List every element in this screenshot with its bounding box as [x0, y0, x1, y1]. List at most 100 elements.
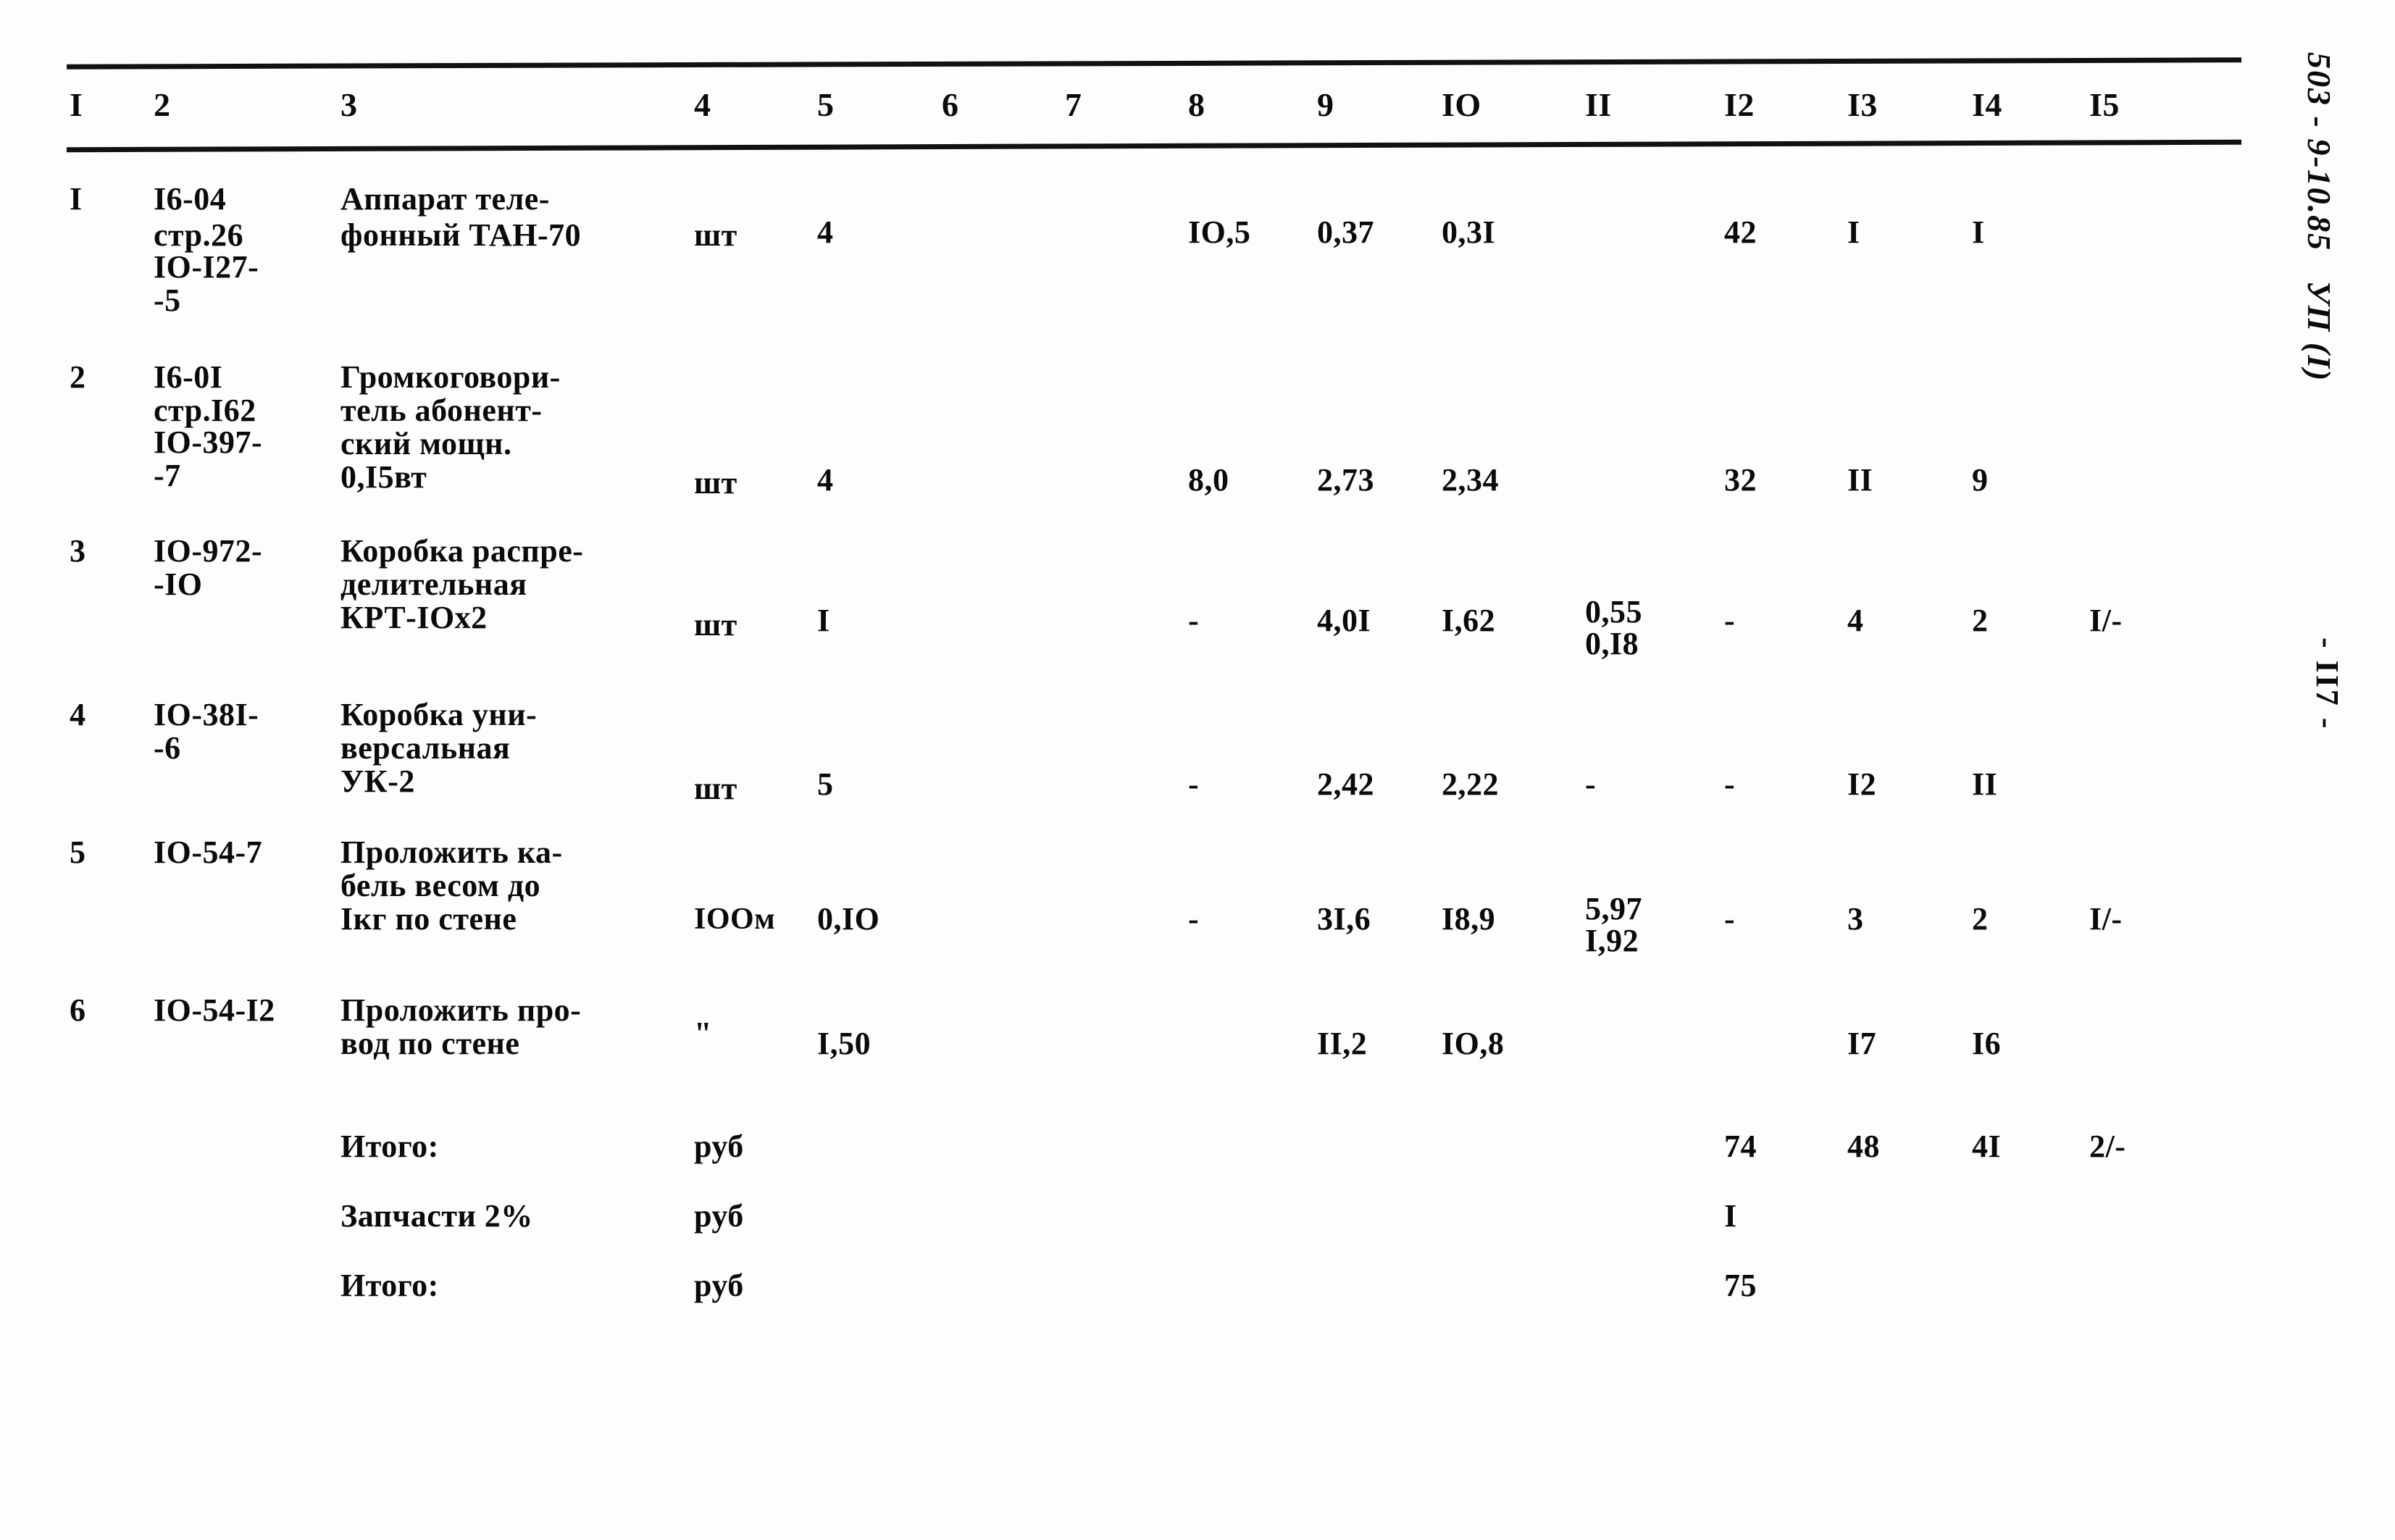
column-header-10: IO: [1442, 86, 1481, 123]
row-2-col-10: 2,34: [1442, 462, 1499, 498]
summary-1-label: Итого:: [340, 1129, 439, 1164]
column-header-14: I4: [1972, 86, 2002, 123]
row-4-col-13: I2: [1847, 766, 1877, 802]
column-header-9: 9: [1317, 86, 1334, 123]
row-3-col-15: I/-: [2089, 603, 2123, 638]
row-3-col-12: -: [1724, 603, 1736, 638]
row-1-col-5: 4: [817, 214, 834, 250]
row-5-col-8: -: [1188, 901, 1200, 937]
row-2-code-line-4: -7: [154, 458, 181, 493]
row-2-number: 2: [70, 359, 86, 395]
summary-3-unit: руб: [694, 1268, 744, 1303]
row-4-col-14: II: [1972, 766, 1998, 802]
row-5-col-14: 2: [1972, 901, 1989, 937]
row-3-col-10: I,62: [1442, 603, 1496, 638]
summary-3-col-12: 75: [1724, 1268, 1757, 1303]
summary-1-col-14: 4I: [1972, 1129, 2002, 1164]
summary-1-col-15: 2/-: [2089, 1129, 2126, 1164]
row-5-name-line-3: Iкг по стене: [340, 901, 517, 937]
row-5-col-9: 3I,6: [1317, 901, 1371, 937]
row-4-col-12: -: [1724, 766, 1736, 802]
row-2-unit: шт: [694, 465, 737, 501]
scanned-page: I 2 3 4 5 6 7 8 9 IO II I2 I3 I4 I5 I I6…: [0, 0, 2395, 1540]
column-header-13: I3: [1847, 86, 1878, 123]
row-4-col-10: 2,22: [1442, 766, 1499, 802]
row-4-name-line-3: УК-2: [340, 763, 415, 799]
column-header-4: 4: [694, 86, 711, 123]
row-2-col-5: 4: [817, 462, 834, 498]
summary-1-col-13: 48: [1847, 1129, 1880, 1164]
row-3-col-13: 4: [1847, 603, 1864, 638]
header-separator-rule: [66, 139, 2242, 153]
row-1-col-12: 42: [1724, 214, 1757, 250]
row-2-col-12: 32: [1724, 462, 1757, 498]
row-1-number: I: [70, 181, 83, 217]
row-3-col-14: 2: [1972, 603, 1989, 638]
row-5-col-12: -: [1724, 901, 1736, 937]
column-header-15: I5: [2089, 86, 2120, 123]
summary-3-label: Итого:: [340, 1268, 439, 1303]
row-3-unit: шт: [694, 607, 737, 643]
row-5-col-10: I8,9: [1442, 901, 1496, 937]
row-4-unit: шт: [694, 771, 737, 806]
row-3-name-line-3: КРТ-IOх2: [340, 600, 488, 635]
column-header-6: 6: [942, 86, 959, 123]
row-5-number: 5: [70, 834, 86, 870]
row-3-number: 3: [70, 533, 86, 569]
row-2-col-8: 8,0: [1188, 462, 1229, 498]
row-4-number: 4: [70, 697, 86, 732]
column-header-3: 3: [340, 86, 358, 123]
row-1-col-14: I: [1972, 214, 1985, 250]
row-3-col-5: I: [817, 603, 830, 638]
row-2-col-13: II: [1847, 462, 1873, 498]
row-1-col-10: 0,3I: [1442, 214, 1496, 250]
row-1-code-line-1: I6-04: [154, 181, 227, 217]
summary-1-col-12: 74: [1724, 1129, 1757, 1164]
row-4-col-9: 2,42: [1317, 766, 1374, 802]
row-2-name-line-4: 0,I5вт: [340, 459, 427, 495]
row-1-col-8: IO,5: [1188, 214, 1251, 250]
row-4-col-8: -: [1188, 766, 1200, 802]
row-1-name-line-2: фонный ТАН-70: [340, 217, 582, 253]
column-header-11: II: [1585, 86, 1612, 123]
row-1-code-line-4: -5: [154, 283, 181, 318]
row-6-col-9: II,2: [1317, 1026, 1368, 1061]
row-5-code-line-1: IO-54-7: [154, 834, 263, 870]
column-header-12: I2: [1724, 86, 1755, 123]
column-header-7: 7: [1065, 86, 1082, 123]
row-1-unit: шт: [694, 217, 737, 253]
row-2-col-14: 9: [1972, 462, 1989, 498]
row-3-code-line-2: -IO: [154, 566, 203, 602]
row-5-unit: IOOм: [694, 903, 776, 936]
margin-page-number: - II7 -: [2310, 637, 2345, 731]
row-4-col-11: -: [1585, 766, 1597, 802]
summary-2-unit: руб: [694, 1198, 744, 1234]
column-header-5: 5: [817, 86, 835, 123]
summary-2-col-12: I: [1724, 1198, 1737, 1234]
row-6-name-line-2: вод по стене: [340, 1026, 520, 1061]
summary-1-unit: руб: [694, 1129, 744, 1164]
row-5-col-15: I/-: [2089, 901, 2123, 937]
row-6-number: 6: [70, 992, 86, 1028]
row-6-unit-ditto: ": [694, 1016, 712, 1051]
row-5-col-5: 0,IO: [817, 901, 880, 937]
table-top-rule: [66, 57, 2242, 70]
row-4-code-line-2: -6: [154, 730, 181, 766]
summary-2-label: Запчасти 2%: [340, 1198, 533, 1234]
row-3-col-8: -: [1188, 603, 1200, 638]
row-1-col-13: I: [1847, 214, 1860, 250]
row-6-code-line-1: IO-54-I2: [154, 992, 275, 1028]
row-5-col-11-second: I,92: [1585, 923, 1639, 958]
row-2-col-9: 2,73: [1317, 462, 1374, 498]
row-3-col-11-second: 0,I8: [1585, 626, 1639, 661]
margin-document-code: 503 - 9-10.85 УП (I): [2301, 52, 2338, 382]
row-6-col-10: IO,8: [1442, 1026, 1505, 1061]
column-header-8: 8: [1188, 86, 1205, 123]
row-4-col-5: 5: [817, 766, 834, 802]
row-5-col-13: 3: [1847, 901, 1864, 937]
row-1-name-line-1: Аппарат теле-: [340, 181, 550, 217]
column-header-1: I: [70, 86, 83, 123]
row-1-col-9: 0,37: [1317, 214, 1374, 250]
column-header-2: 2: [154, 86, 171, 123]
row-6-col-5: I,50: [817, 1026, 872, 1061]
